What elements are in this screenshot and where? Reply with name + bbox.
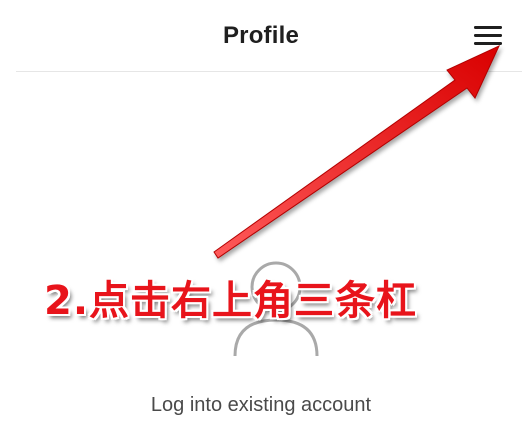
log-into-existing-account-link[interactable]: Log into existing account [0, 394, 522, 417]
annotation-instruction-text: 2.点击右上角三条杠 [44, 278, 418, 324]
top-bar: Profile [0, 0, 522, 72]
header-divider [16, 71, 522, 72]
page-title: Profile [222, 22, 300, 49]
hamburger-menu-button[interactable] [466, 22, 506, 52]
hamburger-menu-icon [474, 26, 502, 45]
